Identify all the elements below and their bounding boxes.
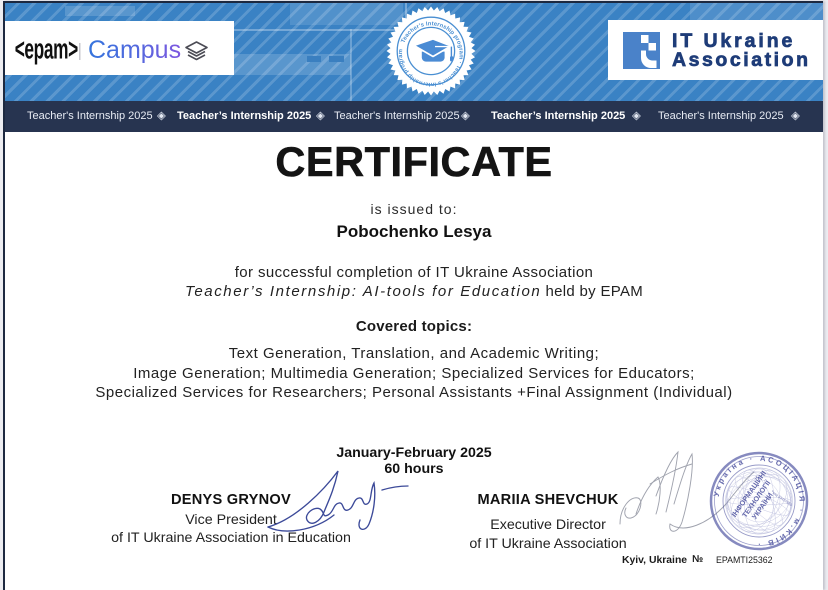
svg-text:Association: Association (672, 49, 811, 71)
svg-text:Campus: Campus (88, 36, 181, 64)
svg-text:<epam>: <epam> (15, 34, 78, 66)
